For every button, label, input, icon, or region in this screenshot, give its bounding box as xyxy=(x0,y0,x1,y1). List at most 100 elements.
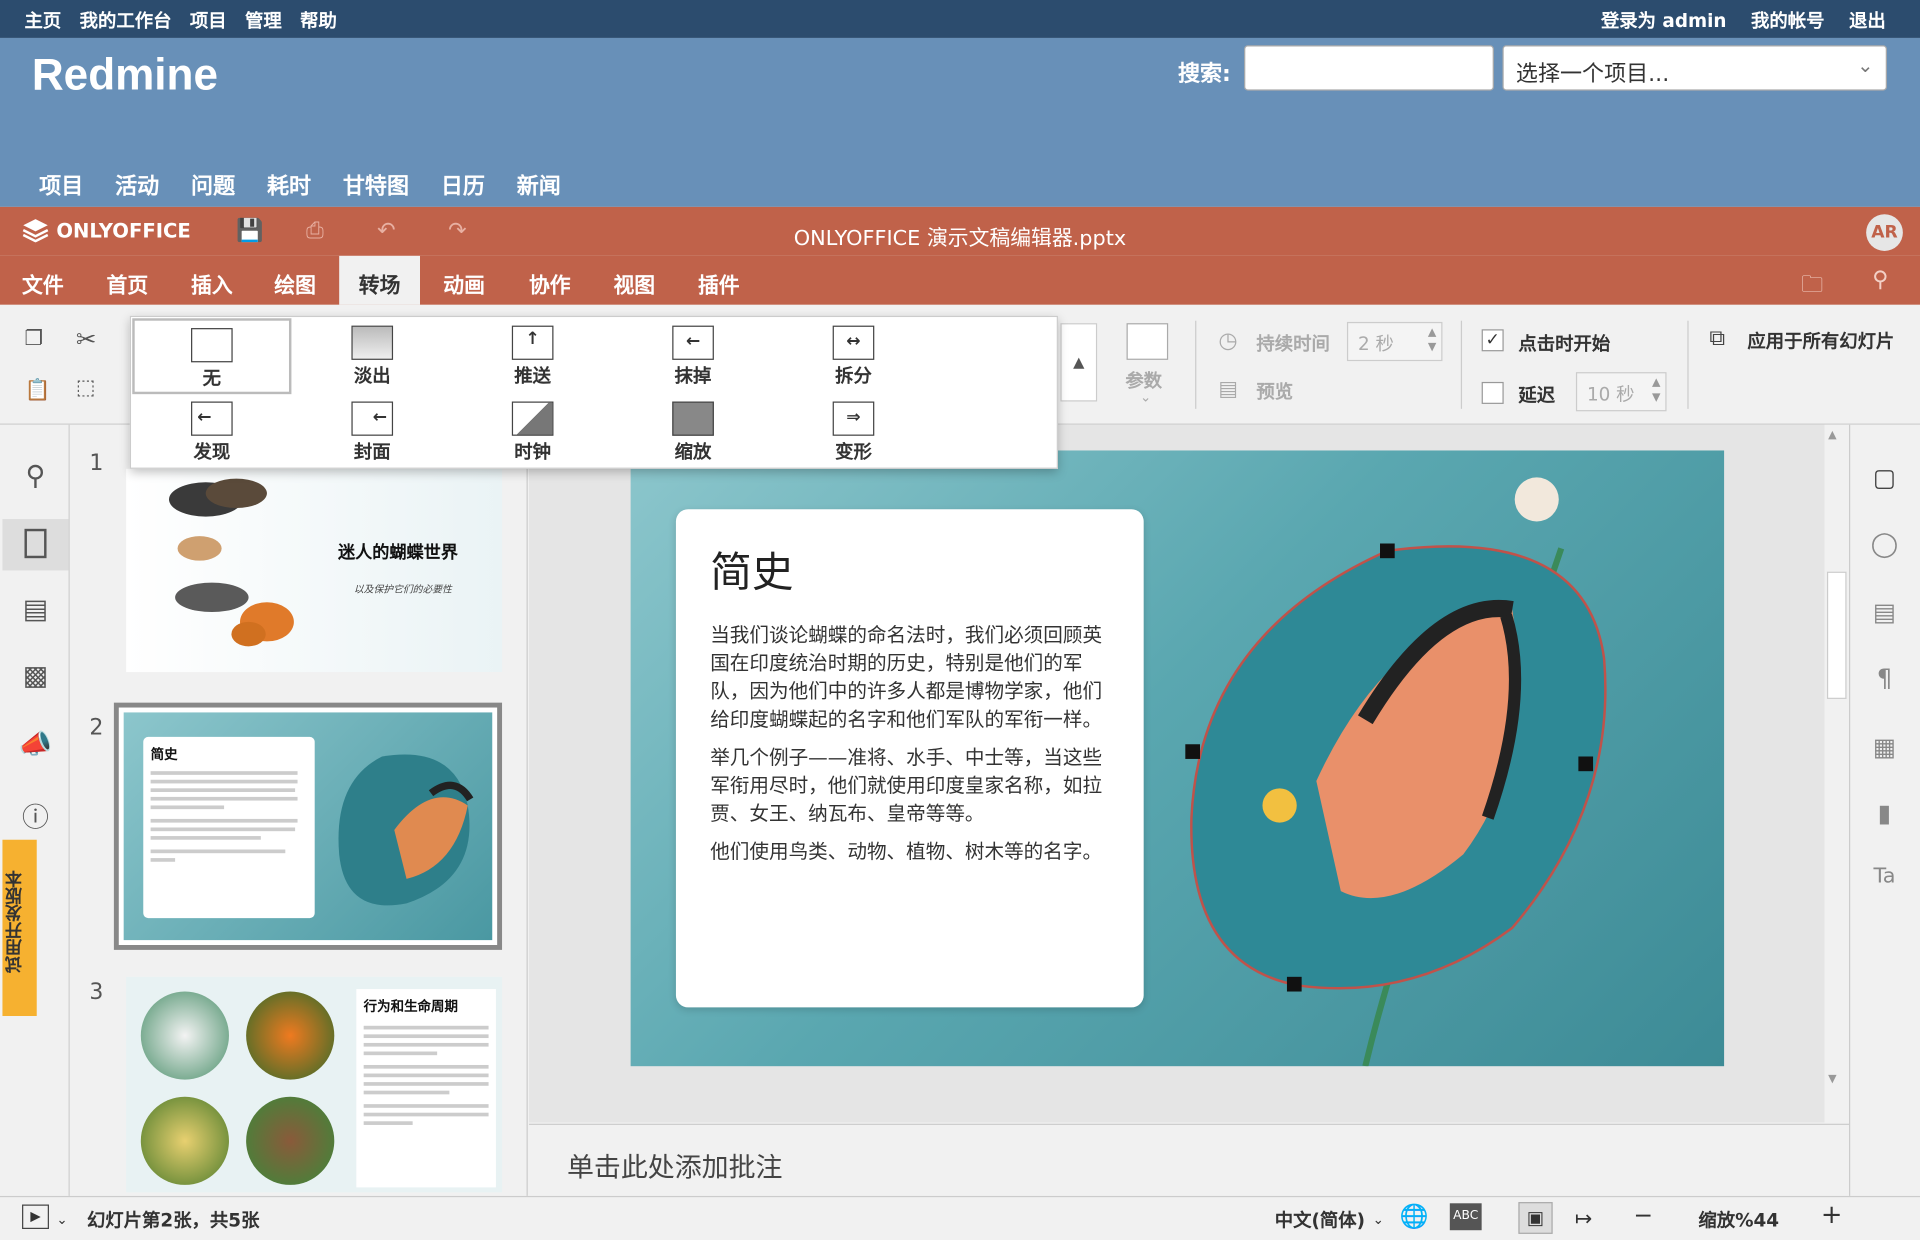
avatar[interactable]: AR xyxy=(1866,214,1903,251)
slide-number: 1 xyxy=(89,450,104,477)
top-link-projects[interactable]: 项目 xyxy=(190,7,227,33)
menu-item-issues[interactable]: 问题 xyxy=(191,169,235,201)
slide-thumbnail-2-selected[interactable]: 简史 xyxy=(113,702,503,950)
paragraph-settings-icon[interactable]: ¶ xyxy=(1870,663,1899,692)
delay-label: 延迟 xyxy=(1518,384,1556,407)
transition-push[interactable]: ↑ 推送 xyxy=(453,318,612,394)
tab-plugins[interactable]: 插件 xyxy=(698,256,740,305)
language-select[interactable]: 中文(简体) xyxy=(1275,1207,1365,1233)
chevron-down-icon[interactable]: ⌄ xyxy=(1373,1212,1384,1228)
globe-icon[interactable]: 🌐 xyxy=(1400,1202,1429,1230)
fit-width-icon[interactable]: ↦ xyxy=(1575,1207,1592,1231)
slide-thumbnail-3[interactable]: 行为和生命周期 xyxy=(126,976,503,1193)
top-link-my-page[interactable]: 我的工作台 xyxy=(80,7,172,33)
project-select[interactable]: 选择一个项目... ⌄ xyxy=(1502,45,1887,91)
chat-icon[interactable]: ▩ xyxy=(17,661,54,698)
gallery-scroll-button[interactable]: ▲ xyxy=(1060,323,1098,402)
comments-icon[interactable]: ▤ xyxy=(17,595,54,632)
cut-icon[interactable]: ✂ xyxy=(76,324,97,353)
spellcheck-icon[interactable]: ABC xyxy=(1449,1203,1482,1231)
menu-item-calendar[interactable]: 日历 xyxy=(441,169,485,201)
sidebar-item-slides[interactable] xyxy=(2,519,69,571)
my-account-link[interactable]: 我的帐号 xyxy=(1751,7,1824,33)
apply-all-icon[interactable]: ⧉ xyxy=(1709,326,1725,352)
chart-settings-icon[interactable]: ▮ xyxy=(1870,798,1899,827)
chevron-down-icon: ⌄ xyxy=(1857,53,1874,78)
top-link-admin[interactable]: 管理 xyxy=(245,7,282,33)
preview-button[interactable]: 预览 xyxy=(1256,378,1293,404)
tab-animation[interactable]: 动画 xyxy=(443,256,485,305)
transition-none[interactable]: 无 xyxy=(132,318,292,395)
shape-settings-icon[interactable]: ◯ xyxy=(1870,529,1899,558)
menu-item-projects[interactable]: 项目 xyxy=(39,169,83,201)
tab-draw[interactable]: 绘图 xyxy=(274,256,316,305)
tab-transitions[interactable]: 转场 xyxy=(339,255,421,305)
slide-text-box[interactable]: 简史 当我们谈论蝴蝶的命名法时，我们必须回顾英国在印度统治时期的历史，特别是他们… xyxy=(675,509,1144,1008)
transition-zoom[interactable]: 缩放 xyxy=(613,394,772,470)
tab-file[interactable]: 文件 xyxy=(22,256,64,305)
logout-link[interactable]: 退出 xyxy=(1849,7,1886,33)
slide-paragraph[interactable]: 当我们谈论蝴蝶的命名法时，我们必须回顾英国在印度统治时期的历史，特别是他们的军队… xyxy=(710,621,1109,734)
delay-checkbox[interactable] xyxy=(1481,381,1504,404)
transition-fade[interactable]: 淡出 xyxy=(293,318,452,394)
tab-home[interactable]: 首页 xyxy=(107,256,149,305)
search-input[interactable] xyxy=(1244,45,1494,91)
scroll-up-icon[interactable]: ▲ xyxy=(1828,430,1836,442)
table-settings-icon[interactable]: ▦ xyxy=(1870,732,1899,761)
menu-item-gantt[interactable]: 甘特图 xyxy=(343,169,409,201)
transition-cover[interactable]: ← 封面 xyxy=(293,394,452,470)
fit-slide-icon[interactable]: ▣ xyxy=(1518,1202,1553,1234)
select-all-icon[interactable]: ⬚ xyxy=(76,376,96,400)
butterfly-photo xyxy=(140,991,229,1080)
image-settings-icon[interactable]: ▤ xyxy=(1870,597,1899,626)
transition-label: 变形 xyxy=(835,440,872,463)
apply-to-all-button[interactable]: 应用于所有幻灯片 xyxy=(1747,328,1894,354)
about-icon[interactable]: ⓘ xyxy=(17,796,54,834)
butterfly-photo xyxy=(246,991,335,1080)
tab-view[interactable]: 视图 xyxy=(613,256,655,305)
tab-insert[interactable]: 插入 xyxy=(191,256,233,305)
zoom-out-icon[interactable]: − xyxy=(1633,1202,1652,1229)
menu-item-activity[interactable]: 活动 xyxy=(115,169,159,201)
slide-paragraph[interactable]: 举几个例子——准将、水手、中士等，当这些军衔用尽时，他们就使用印度皇家名称，如拉… xyxy=(710,743,1109,827)
transition-uncover[interactable]: ← 发现 xyxy=(132,394,291,470)
app-title: Redmine xyxy=(31,48,219,100)
slide-title[interactable]: 简史 xyxy=(710,539,1109,599)
transition-split[interactable]: ↔ 拆分 xyxy=(774,318,933,394)
scrollbar-thumb[interactable] xyxy=(1826,571,1847,699)
transition-wipe[interactable]: ← 抹掉 xyxy=(613,318,772,394)
spinner-arrows-icon[interactable]: ▲ ▼ xyxy=(1428,326,1436,355)
params-icon[interactable] xyxy=(1126,323,1169,360)
top-link-home[interactable]: 主页 xyxy=(24,7,61,33)
top-link-help[interactable]: 帮助 xyxy=(300,7,337,33)
vertical-scrollbar[interactable]: ▲ ▼ xyxy=(1824,424,1849,1123)
notes-placeholder[interactable]: 单击此处添加批注 xyxy=(567,1146,783,1185)
menu-item-news[interactable]: 新闻 xyxy=(517,169,561,201)
start-on-click-checkbox[interactable]: ✓ xyxy=(1481,329,1504,352)
feedback-icon[interactable]: 📣 xyxy=(17,730,54,767)
spinner-arrows-icon[interactable]: ▲ ▼ xyxy=(1652,376,1660,405)
zoom-in-icon[interactable]: + xyxy=(1821,1200,1843,1229)
paste-icon[interactable]: 📋 xyxy=(24,378,50,402)
delay-spinner[interactable]: 10 秒 ▲ ▼ xyxy=(1575,372,1667,412)
scroll-down-icon[interactable]: ▼ xyxy=(1828,1074,1836,1086)
transition-morph[interactable]: ⇒ 变形 xyxy=(774,394,933,470)
delay-value: 10 秒 xyxy=(1586,383,1635,406)
textart-settings-icon[interactable]: Ta xyxy=(1870,864,1899,893)
duration-spinner[interactable]: 2 秒 ▲ ▼ xyxy=(1346,321,1443,362)
duration-value: 2 秒 xyxy=(1357,332,1394,355)
search-icon[interactable]: ⚲ xyxy=(17,461,54,498)
folder-icon[interactable]: 🗀 xyxy=(1801,269,1823,306)
play-icon[interactable]: ▶ xyxy=(22,1204,49,1229)
copy-icon[interactable]: ❐ xyxy=(24,327,43,351)
zoom-level: 缩放%44 xyxy=(1698,1209,1780,1232)
slide-thumbnail-1[interactable]: 迷人的蝴蝶世界 以及保护它们的必要性 xyxy=(126,468,503,673)
tab-collaboration[interactable]: 协作 xyxy=(529,256,571,305)
slide-paragraph[interactable]: 他们使用鸟类、动物、植物、树木等的名字。 xyxy=(710,837,1109,865)
butterfly-photo xyxy=(246,1096,335,1185)
search-icon[interactable]: ⚲ xyxy=(1872,267,1888,293)
menu-item-spent-time[interactable]: 耗时 xyxy=(267,169,311,201)
chevron-down-icon[interactable]: ⌄ xyxy=(56,1212,67,1228)
slide-settings-icon[interactable]: ▢ xyxy=(1870,463,1899,492)
transition-clock[interactable]: 时钟 xyxy=(453,394,612,470)
